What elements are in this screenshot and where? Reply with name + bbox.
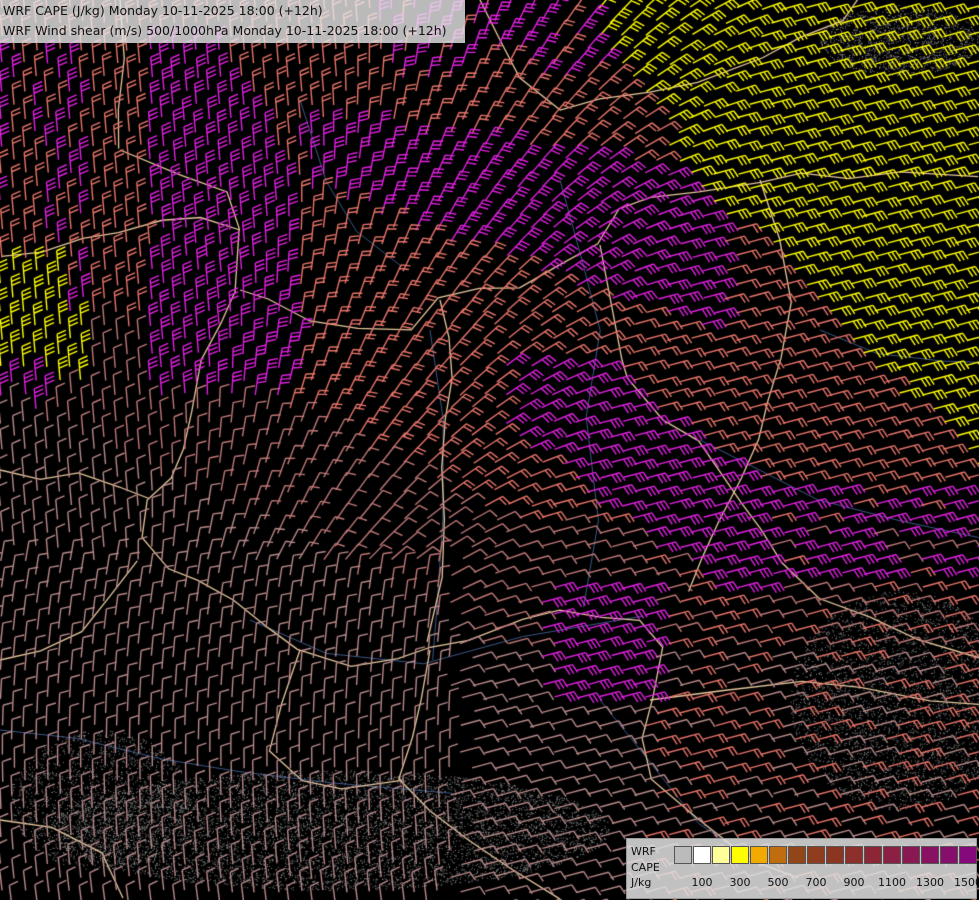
legend-swatch bbox=[674, 846, 692, 864]
legend-unit-label: J/kg bbox=[631, 876, 652, 889]
legend-swatch bbox=[807, 846, 825, 864]
legend-tick-label: 500 bbox=[767, 876, 789, 889]
legend-tick-label: 1300 bbox=[916, 876, 944, 889]
cape-title: WRF CAPE (J/kg) Monday 10-11-2025 18:00 … bbox=[3, 3, 323, 18]
legend-swatch bbox=[883, 846, 901, 864]
map-title-box: WRF CAPE (J/kg) Monday 10-11-2025 18:00 … bbox=[0, 0, 465, 43]
legend-variable-label: CAPE bbox=[631, 861, 660, 874]
legend-swatch bbox=[712, 846, 730, 864]
legend-tick-label: 1500 bbox=[954, 876, 979, 889]
legend-tick-label: 700 bbox=[805, 876, 827, 889]
legend-swatch bbox=[902, 846, 920, 864]
legend-swatch bbox=[845, 846, 863, 864]
legend-tick-label: 100 bbox=[691, 876, 713, 889]
legend-swatch bbox=[921, 846, 939, 864]
cape-legend: WRF CAPE J/kg 100 300 500 700 900 1100 1300 150… bbox=[626, 838, 979, 899]
legend-swatch bbox=[940, 846, 958, 864]
legend-tick-label: 300 bbox=[729, 876, 751, 889]
legend-tick-label: 1100 bbox=[878, 876, 906, 889]
legend-swatch bbox=[959, 846, 977, 864]
legend-swatch bbox=[750, 846, 768, 864]
legend-swatch bbox=[864, 846, 882, 864]
legend-tick-label: 900 bbox=[843, 876, 865, 889]
legend-swatch bbox=[769, 846, 787, 864]
wind-shear-map bbox=[0, 0, 979, 900]
legend-color-scale bbox=[674, 846, 978, 864]
legend-swatch bbox=[693, 846, 711, 864]
legend-swatch bbox=[826, 846, 844, 864]
wind-shear-title: WRF Wind shear (m/s) 500/1000hPa Monday … bbox=[3, 23, 447, 38]
legend-swatch bbox=[788, 846, 806, 864]
legend-model-label: WRF bbox=[631, 845, 656, 858]
legend-swatch bbox=[731, 846, 749, 864]
